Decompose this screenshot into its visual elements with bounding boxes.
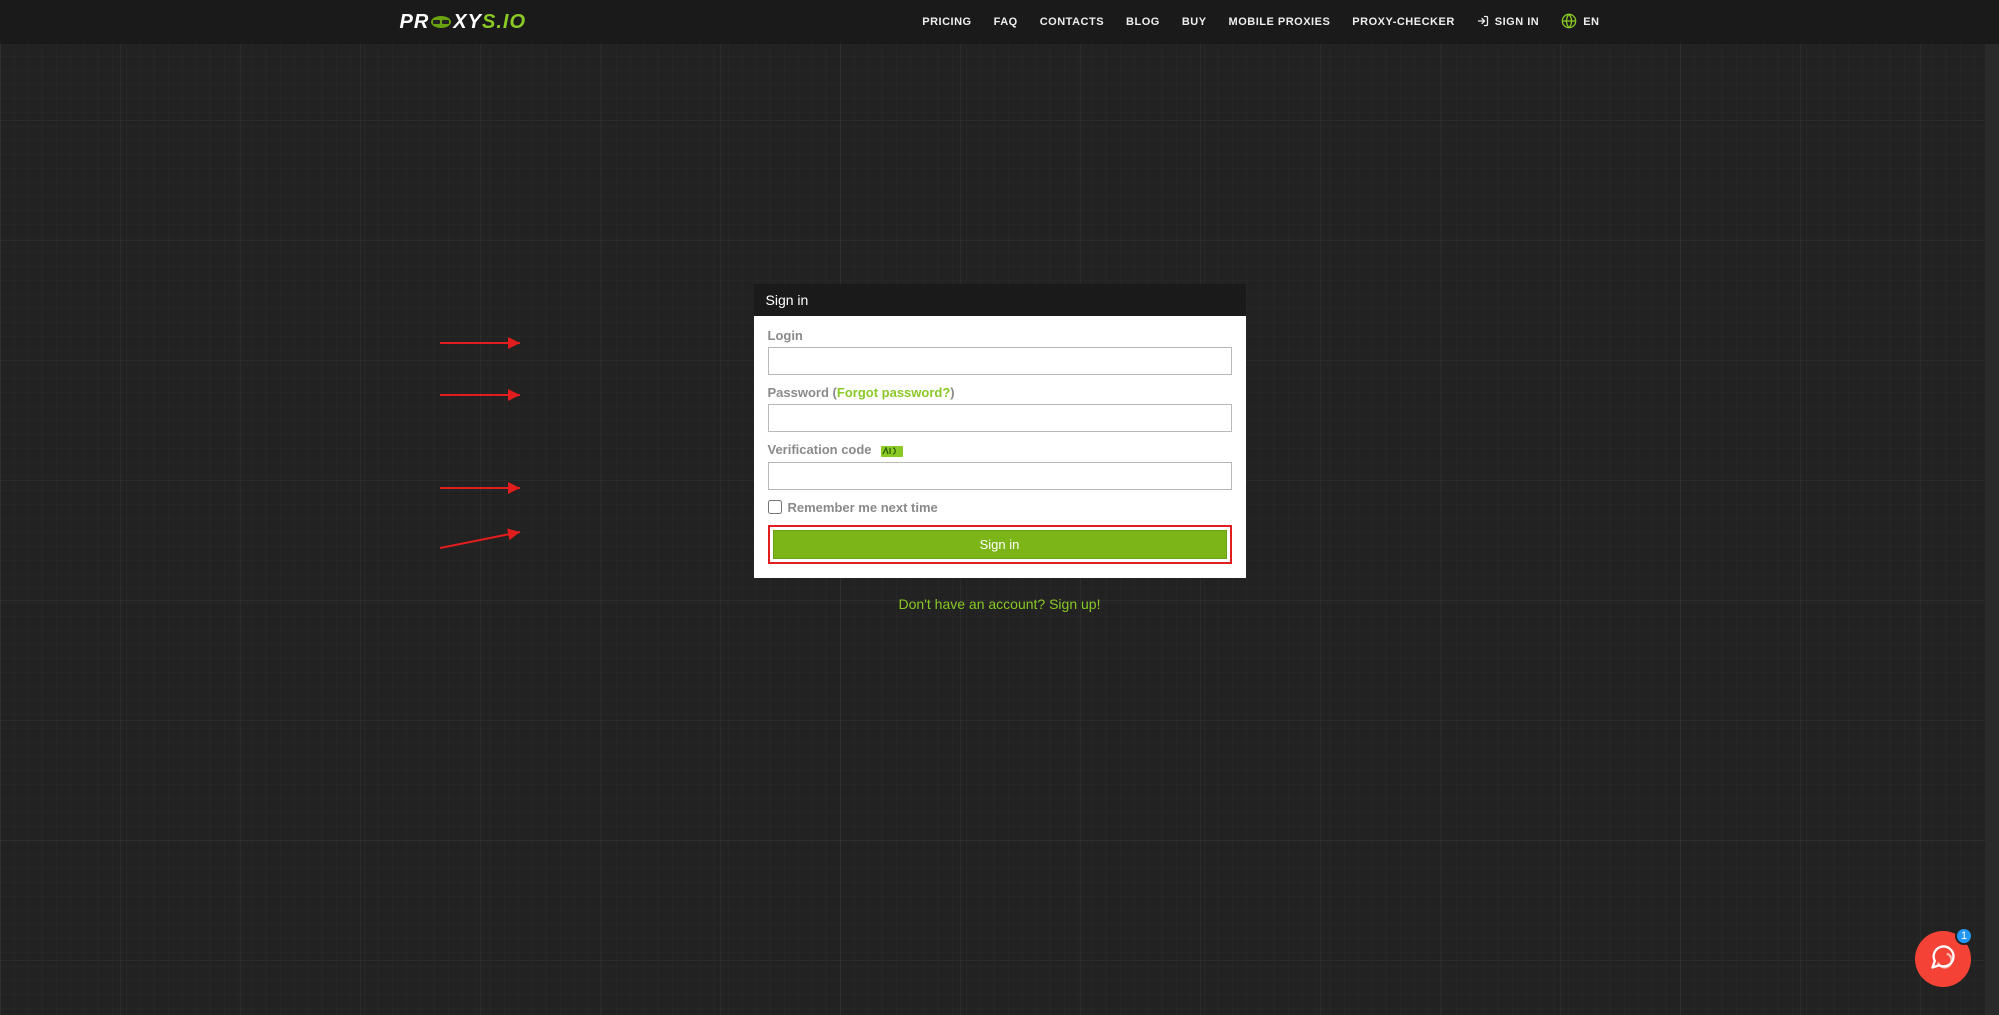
brand-logo[interactable]: PR XY S.IO <box>400 11 527 34</box>
captcha-icon <box>881 444 903 458</box>
card-title: Sign in <box>754 284 1246 316</box>
chat-badge: 1 <box>1955 927 1973 945</box>
nav-blog[interactable]: BLOG <box>1126 16 1160 28</box>
main-content: Sign in Login Password (Forgot password?… <box>0 44 1999 612</box>
chat-icon <box>1929 943 1957 976</box>
nav-faq[interactable]: FAQ <box>994 16 1018 28</box>
forgot-suffix: ) <box>950 385 954 400</box>
verification-field: Verification code <box>768 442 1232 490</box>
nav-signin-label: SIGN IN <box>1495 16 1539 28</box>
lang-code: EN <box>1583 16 1599 28</box>
chat-fab[interactable]: 1 <box>1915 931 1971 987</box>
verification-label: Verification code <box>768 442 1232 458</box>
password-label-text: Password <box>768 385 829 400</box>
password-input[interactable] <box>768 404 1232 432</box>
nav-signin[interactable]: SIGN IN <box>1477 15 1539 30</box>
nav-proxy-checker[interactable]: PROXY-CHECKER <box>1352 16 1454 28</box>
remember-checkbox[interactable] <box>768 500 782 514</box>
password-field: Password (Forgot password?) <box>768 385 1232 432</box>
brand-part1: PR <box>400 11 430 34</box>
globe-icon <box>1561 13 1577 32</box>
nav-links: PRICING FAQ CONTACTS BLOG BUY MOBILE PRO… <box>922 13 1599 32</box>
top-nav: PR XY S.IO PRICING FAQ CONTACTS BLOG BUY… <box>0 0 1999 44</box>
signin-button-highlight: Sign in <box>768 525 1232 564</box>
login-input[interactable] <box>768 347 1232 375</box>
nav-buy[interactable]: BUY <box>1182 16 1207 28</box>
language-switch[interactable]: EN <box>1561 13 1599 32</box>
signin-button[interactable]: Sign in <box>773 530 1227 559</box>
nav-mobile-proxies[interactable]: MOBILE PROXIES <box>1229 16 1331 28</box>
verification-label-text: Verification code <box>768 442 872 457</box>
nav-contacts[interactable]: CONTACTS <box>1040 16 1104 28</box>
signin-card: Sign in Login Password (Forgot password?… <box>754 284 1246 578</box>
brand-part2: XY <box>453 11 482 34</box>
nav-pricing[interactable]: PRICING <box>922 16 971 28</box>
brand-eye-icon <box>430 15 452 29</box>
verification-input[interactable] <box>768 462 1232 490</box>
password-label: Password (Forgot password?) <box>768 385 1232 400</box>
remember-label: Remember me next time <box>788 500 938 515</box>
forgot-password-link[interactable]: Forgot password? <box>837 385 950 400</box>
remember-row[interactable]: Remember me next time <box>768 500 1232 515</box>
login-field: Login <box>768 328 1232 375</box>
signin-icon <box>1477 15 1489 30</box>
login-label: Login <box>768 328 1232 343</box>
brand-part3: S.IO <box>482 11 526 34</box>
signup-link[interactable]: Don't have an account? Sign up! <box>899 596 1101 612</box>
